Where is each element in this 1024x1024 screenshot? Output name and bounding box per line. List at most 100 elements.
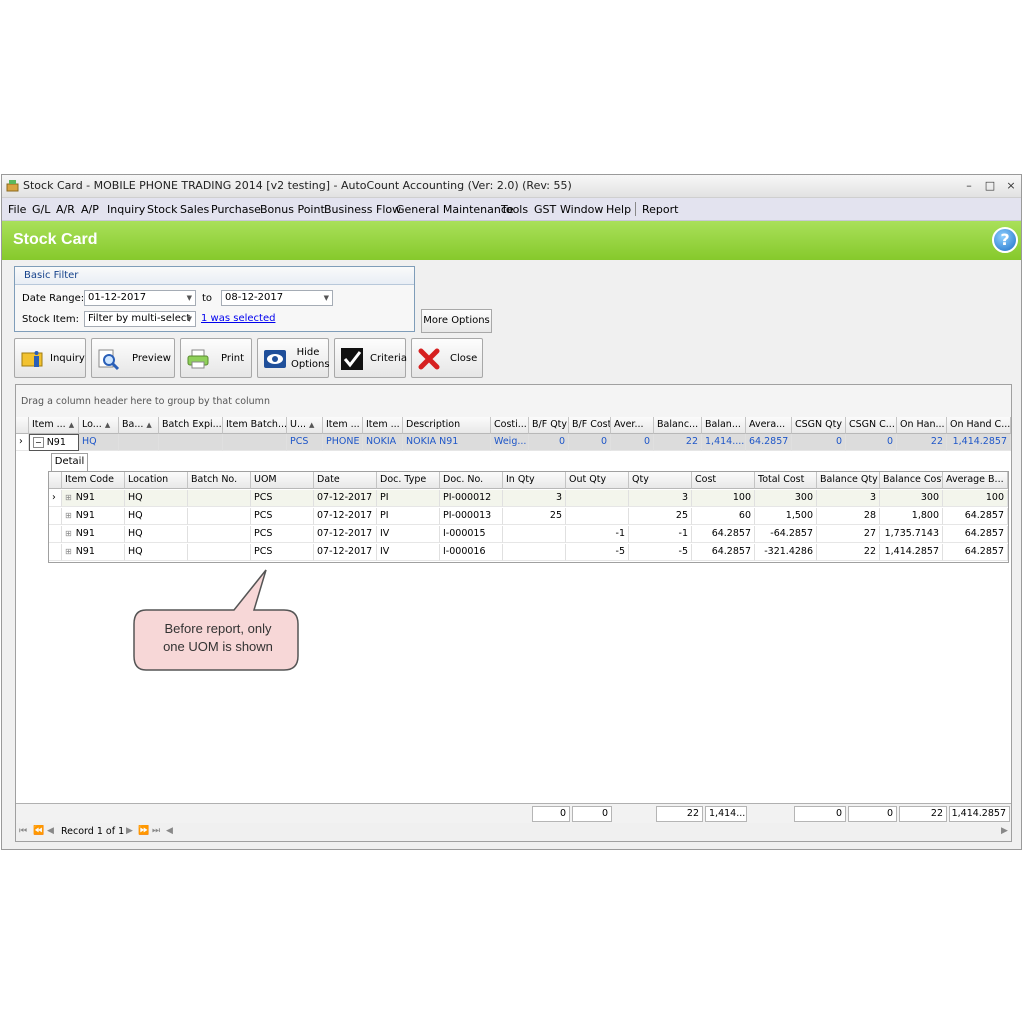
menu-report[interactable]: Report [642,203,678,216]
preview-button[interactable]: Preview [91,338,175,378]
column-header-label: Lo... [82,419,102,430]
column-header-batch[interactable]: Ba... ▲ [119,417,159,434]
next-record-icon[interactable]: ▶ [126,826,133,836]
column-header-bf-cost[interactable]: B/F Cost [569,417,611,434]
menu-inquiry[interactable]: Inquiry [107,203,145,216]
menu-ar[interactable]: A/R [56,203,75,216]
master-cell-costing: Weig... [491,434,529,451]
selected-items-link[interactable]: 1 was selected [201,313,275,324]
eye-icon [263,347,287,371]
menu-tools[interactable]: Tools [501,203,528,216]
maximize-button[interactable]: □ [981,178,999,193]
detail-header-total-cost[interactable]: Total Cost [755,472,817,489]
stock-item-select[interactable]: Filter by multi-select ▼ [84,311,196,327]
menu-business-flow[interactable]: Business Flow [324,203,401,216]
master-cell-item-batch [223,434,287,451]
detail-header-qty[interactable]: Qty [629,472,692,489]
hide-options-button[interactable]: Hide Options [257,338,330,378]
menu-gst[interactable]: GST [534,203,556,216]
minimize-button[interactable]: – [960,178,978,193]
menu-file[interactable]: File [8,203,26,216]
detail-cell-batch-no [188,490,251,507]
column-header-balance-qty[interactable]: Balanc... [654,417,702,434]
scroll-right-icon[interactable]: ▶ [1001,826,1008,836]
menu-help[interactable]: Help [606,203,631,216]
close-button[interactable]: Close [411,338,483,378]
tab-detail[interactable]: Detail [51,453,88,471]
column-header-label: Item ... [32,419,66,430]
group-by-area[interactable]: Drag a column header here to group by th… [16,385,1011,418]
dropdown-arrow-icon[interactable]: ▼ [324,291,329,305]
detail-header-in-qty[interactable]: In Qty [503,472,566,489]
criteria-button[interactable]: Criteria [334,338,407,378]
column-header-item-batch[interactable]: Item Batch... [223,417,287,434]
detail-cell-item-code[interactable]: ⊞ N91 [62,526,125,543]
detail-cell-item-code[interactable]: ⊞ N91 [62,508,125,525]
menu-bonus-point[interactable]: Bonus Point [260,203,325,216]
column-header-uom[interactable]: U... ▲ [287,417,323,434]
scroll-left-icon[interactable]: ◀ [166,826,173,836]
detail-header-location[interactable]: Location [125,472,188,489]
master-cell-item-code[interactable]: − N91 [29,434,79,451]
menu-ap[interactable]: A/P [81,203,99,216]
detail-header-cost[interactable]: Cost [692,472,755,489]
dropdown-arrow-icon[interactable]: ▼ [187,312,192,326]
detail-cell-item-code[interactable]: ⊞ N91 [62,490,125,507]
date-to-input[interactable]: 08-12-2017 ▼ [221,290,333,306]
detail-header-batch-no[interactable]: Batch No. [188,472,251,489]
menu-stock[interactable]: Stock [147,203,177,216]
prev-record-icon[interactable]: ◀ [47,826,54,836]
column-header-on-hand-qty[interactable]: On Han... [897,417,947,434]
column-header-costing[interactable]: Costi... [491,417,529,434]
menu-purchase[interactable]: Purchase [211,203,261,216]
help-icon[interactable]: ? [992,227,1018,253]
detail-header-uom[interactable]: UOM [251,472,314,489]
close-window-button[interactable]: × [1002,178,1020,193]
menu-sales[interactable]: Sales [180,203,209,216]
menu-window[interactable]: Window [560,203,603,216]
expand-plus-icon[interactable]: ⊞ [65,529,72,538]
detail-cell-in-qty: 3 [503,490,566,507]
detail-header-balance-qty[interactable]: Balance Qty [817,472,880,489]
expand-minus-icon[interactable]: − [33,437,44,448]
column-header-item-code[interactable]: Item ... ▲ [29,417,79,434]
column-header-on-hand-cost[interactable]: On Hand C... [947,417,1011,434]
column-header-csgn-cost[interactable]: CSGN C... [846,417,897,434]
dropdown-arrow-icon[interactable]: ▼ [187,291,192,305]
expand-plus-icon[interactable]: ⊞ [65,547,72,556]
column-header-description[interactable]: Description [403,417,491,434]
detail-header-item-code[interactable]: Item Code [62,472,125,489]
detail-header-out-qty[interactable]: Out Qty [566,472,629,489]
detail-header-doc-no[interactable]: Doc. No. [440,472,503,489]
column-header-location[interactable]: Lo... ▲ [79,417,119,434]
first-record-icon[interactable]: ⏮ [19,826,27,836]
column-header-balance-cost[interactable]: Balan... [702,417,746,434]
column-header-average[interactable]: Aver... [611,417,654,434]
detail-grid: Item Code Location Batch No. UOM Date Do… [48,471,1009,563]
menu-general-maintenance[interactable]: General Maintenance [396,203,514,216]
expand-plus-icon[interactable]: ⊞ [65,511,72,520]
detail-header-balance-cost[interactable]: Balance Cost [880,472,943,489]
detail-cell-doc-no: PI-000013 [440,508,503,525]
menu-gl[interactable]: G/L [32,203,50,216]
detail-header-average-balance[interactable]: Average B... [943,472,1008,489]
print-button[interactable]: Print [180,338,252,378]
more-options-button[interactable]: More Options [421,309,492,333]
column-header-item-group[interactable]: Item ... [323,417,363,434]
last-record-icon[interactable]: ⏭ [152,826,160,836]
inquiry-button[interactable]: Inquiry [14,338,86,378]
date-from-input[interactable]: 01-12-2017 ▼ [84,290,196,306]
prev-page-icon[interactable]: ⏪ [33,826,44,836]
expand-plus-icon[interactable]: ⊞ [65,493,72,502]
column-header-average-cost[interactable]: Avera... [746,417,792,434]
detail-cell-item-code[interactable]: ⊞ N91 [62,544,125,561]
detail-header-date[interactable]: Date [314,472,377,489]
next-page-icon[interactable]: ⏩ [138,826,149,836]
column-header-bf-qty[interactable]: B/F Qty [529,417,569,434]
column-header-batch-expiry[interactable]: Batch Expi... [159,417,223,434]
master-cell-item-group: PHONE [323,434,363,451]
detail-header-doc-type[interactable]: Doc. Type [377,472,440,489]
print-label: Print [221,353,245,364]
column-header-csgn-qty[interactable]: CSGN Qty [792,417,846,434]
column-header-item-brand[interactable]: Item ... [363,417,403,434]
